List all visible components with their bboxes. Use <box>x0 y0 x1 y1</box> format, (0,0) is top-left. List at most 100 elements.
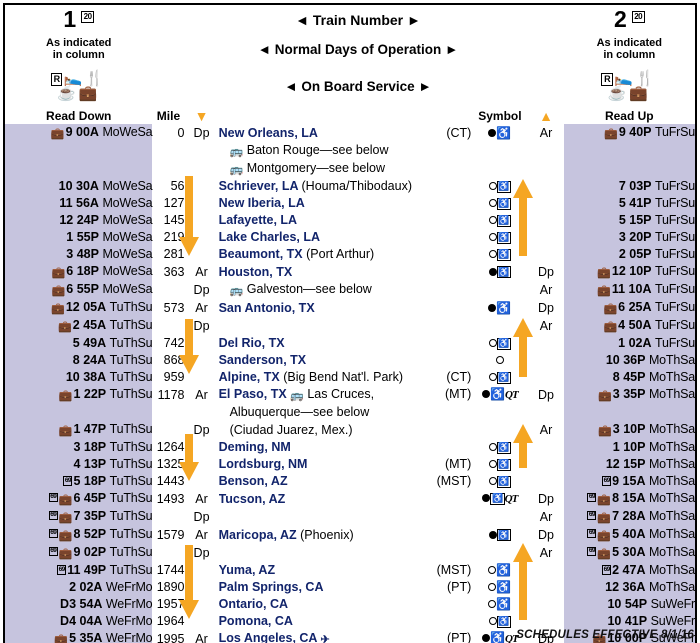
timetable: 1 20 ◄ Train Number ► 2 20 As indicated in… <box>3 3 697 643</box>
arrive-depart-up <box>528 159 564 178</box>
timezone-label: (MST) <box>436 474 472 489</box>
station-cell: San Antonio, TX <box>218 298 472 317</box>
station-cell: Ontario, CA <box>218 595 472 613</box>
time-value: 9 00A <box>65 124 99 139</box>
wheelchair-icon: ♿ <box>496 125 512 140</box>
time-value: 5 30A <box>612 544 646 559</box>
mile-value: 1178 <box>152 385 185 404</box>
days-value: TuThSu <box>109 526 153 541</box>
table-row: 69 💼8 52P TuThSu 1579 Ar Maricopa, AZ (Phoen… <box>4 525 696 544</box>
reference-box: 69 <box>602 565 612 575</box>
arrive-depart-up: Ar <box>528 123 564 142</box>
read-down-time: 💼5 35A WeFrMo <box>4 629 153 643</box>
arrive-depart-down <box>184 438 219 456</box>
arrive-depart-up: Ar <box>528 420 564 439</box>
service-dot-filled-icon <box>488 303 497 312</box>
wheelchair-lift-icon: ♿ <box>496 266 511 279</box>
mile-value: 56 <box>152 177 185 195</box>
station-cell <box>218 543 472 562</box>
mile-value: 281 <box>152 245 185 263</box>
time-value: 11 10A <box>611 281 652 296</box>
service-dot-open-icon <box>488 233 497 242</box>
station-name: Schriever, LA <box>218 179 299 194</box>
service-dot-filled-icon <box>488 530 497 539</box>
train-number-right: 2 <box>613 5 627 32</box>
time-value: 5 35A <box>69 630 103 643</box>
station-name: Palm Springs, CA <box>218 580 324 595</box>
table-row: 8 24A TuThSu 868 Sanderson, TX 10 36P MoThS… <box>4 351 696 369</box>
symbol-cell: ♿ <box>471 438 529 456</box>
col-read-up: Read Up <box>563 108 696 124</box>
wheelchair-icon: ♿ <box>490 631 506 643</box>
days-value: TuFrSu <box>654 281 695 296</box>
read-up-time: 69 2 47A MoThSa <box>563 561 696 579</box>
days-value: TuFrSu <box>654 247 695 262</box>
station-name: Lafayette, LA <box>218 213 298 228</box>
station-cell: 🚌 Baton Rouge—see below <box>218 141 472 160</box>
arrive-depart-down <box>184 595 219 613</box>
time-value: 8 52P <box>73 526 107 541</box>
checked-baggage-icon: 💼 <box>58 320 72 333</box>
station-name: Lake Charles, LA <box>218 230 321 245</box>
station-name: Sanderson, TX <box>218 353 307 368</box>
symbol-cell: ♿ <box>471 368 529 386</box>
wheelchair-icon: ♿ <box>496 597 512 612</box>
reference-box: 69 <box>587 546 597 557</box>
service-dot-open-icon <box>488 460 497 469</box>
connecting-service-line: 🚌 Galveston—see below <box>229 281 372 297</box>
onboard-label-cell: ◄ On Board Service ► <box>152 64 564 109</box>
mile-value: 363 <box>152 262 185 281</box>
station-name: Deming, NM <box>218 440 291 455</box>
time-value: 11 56A <box>59 196 99 211</box>
read-down-time: 69 💼9 02P TuThSu <box>4 543 153 562</box>
days-value: MoWeSa <box>102 263 153 278</box>
read-down-time: 💼9 00A MoWeSa <box>4 123 153 142</box>
read-up-time: 69 9 15A MoThSa <box>563 472 696 490</box>
station-cell: Beaumont, TX (Port Arthur) <box>218 245 472 263</box>
time-value: 1 22P <box>73 386 107 401</box>
symbol-cell <box>471 351 529 369</box>
symbol-cell: ♿ <box>471 211 529 229</box>
table-row: 💼1 47P TuThSu Dp (Ciudad Juarez, Mex.) Ar 💼3… <box>4 420 696 439</box>
arrive-depart-down <box>184 159 219 178</box>
arrive-depart-down <box>184 561 219 579</box>
time-value: 10 54P <box>607 597 648 612</box>
checked-baggage-icon: 💼 <box>58 511 73 524</box>
arrive-depart-down <box>184 578 219 596</box>
read-down-time: 1 55P MoWeSa <box>4 228 153 246</box>
read-up-time: 💼9 40P TuFrSu <box>563 123 696 142</box>
service-dot-open-icon <box>488 443 497 452</box>
days-value: TuThSu <box>109 370 153 385</box>
arrive-depart-down <box>184 211 219 229</box>
train-number-label-cell: ◄ Train Number ► <box>152 4 564 34</box>
schedules-effective-footer: SCHEDULES EFFECTIVE 8/1/16 <box>516 629 694 641</box>
days-value: MoThSa <box>648 353 695 368</box>
header-row-train-number: 1 20 ◄ Train Number ► 2 20 <box>4 4 696 34</box>
arrive-depart-up <box>528 578 564 596</box>
days-value: TuThSu <box>109 563 153 578</box>
cafe-icon: ☕ <box>57 85 79 103</box>
station-cell: Tucson, AZ <box>218 489 472 508</box>
read-down-time: 3 48P MoWeSa <box>4 245 153 263</box>
arrive-depart-up: Ar <box>528 280 564 299</box>
timezone-label: (PT) <box>447 630 472 643</box>
read-up-time <box>563 403 696 421</box>
time-prefix: D <box>60 614 70 629</box>
arrive-depart-up <box>528 403 564 421</box>
station-name: Del Rio, TX <box>218 336 285 351</box>
col-station <box>218 108 472 124</box>
table-row: 11 56A MoWeSa 127 New Iberia, LA ♿ 5 41P TuF… <box>4 194 696 212</box>
symbol-cell <box>471 280 529 299</box>
read-up-time: 5 41P TuFrSu <box>563 194 696 212</box>
read-up-time: 💼4 50A TuFrSu <box>563 316 696 335</box>
bus-icon: 🚌 <box>229 145 244 158</box>
arrive-depart-down <box>184 334 219 352</box>
reference-box: 69 <box>48 528 58 539</box>
days-value: MoThSa <box>648 370 695 385</box>
time-value: 1 47P <box>73 421 107 436</box>
wheelchair-lift-icon: ♿ <box>496 180 511 193</box>
service-dot-open-icon <box>488 600 497 609</box>
wheelchair-lift-icon: ♿ <box>496 248 511 261</box>
arrive-depart-up: Ar <box>528 507 564 526</box>
arrive-depart-up: Dp <box>528 262 564 281</box>
